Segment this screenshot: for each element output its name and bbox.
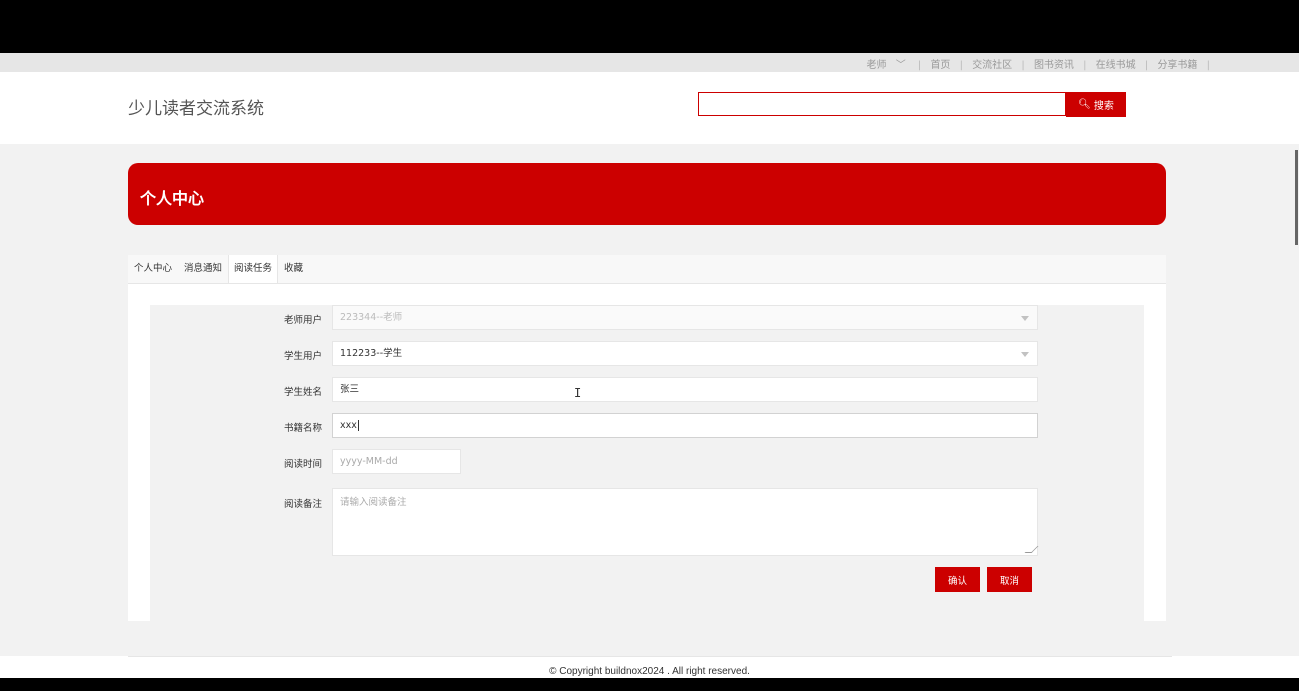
- book-name-label: 书籍名称: [283, 423, 322, 434]
- tab-personal-center[interactable]: 个人中心: [128, 255, 178, 283]
- nav-link-book-news[interactable]: 图书资讯: [1034, 60, 1074, 71]
- chevron-down-icon: [1021, 316, 1029, 321]
- student-name-label: 学生姓名: [283, 387, 322, 398]
- search-input[interactable]: [698, 92, 1066, 116]
- reading-note-textarea[interactable]: 请输入阅读备注: [332, 488, 1039, 556]
- page-banner: 个人中心: [128, 163, 1166, 225]
- tab-notifications[interactable]: 消息通知: [178, 255, 228, 283]
- copyright-text: © Copyright buildnox2024 . All right res…: [549, 666, 750, 677]
- student-name-field[interactable]: 张三 I: [332, 377, 1038, 402]
- search-button[interactable]: 🔍︎ 搜索: [1066, 92, 1126, 117]
- book-name-field[interactable]: xxx: [332, 413, 1038, 438]
- reading-task-form: 老师用户 223344--老师 学生用户 112233--学生 学生姓名 张三 …: [150, 305, 1144, 621]
- footer-divider: [128, 656, 1172, 657]
- nav-link-share-books[interactable]: 分享书籍: [1157, 60, 1197, 71]
- tab-favorites[interactable]: 收藏: [278, 255, 309, 283]
- reading-time-label: 阅读时间: [283, 459, 322, 470]
- search-icon: 🔍︎: [1078, 99, 1091, 110]
- student-select[interactable]: 112233--学生: [332, 341, 1038, 366]
- nav-link-community[interactable]: 交流社区: [972, 60, 1012, 71]
- tab-bar: 个人中心 消息通知 阅读任务 收藏: [128, 255, 1166, 284]
- teacher-select: 223344--老师: [332, 305, 1038, 330]
- resize-handle-icon[interactable]: [1024, 546, 1039, 553]
- chevron-down-icon: ﹀: [895, 60, 906, 71]
- teacher-label: 老师用户: [283, 315, 322, 326]
- site-header: 少儿读者交流系统 🔍︎ 搜索: [0, 72, 1299, 144]
- reading-time-field[interactable]: yyyy-MM-dd: [332, 449, 461, 474]
- top-utility-bar: 老师 ﹀ | 首页 | 交流社区 | 图书资讯 | 在线书城 | 分享书籍 |: [0, 53, 1299, 72]
- nav-link-online-store[interactable]: 在线书城: [1096, 60, 1136, 71]
- page-title: 个人中心: [140, 189, 205, 208]
- ibeam-cursor-icon: I: [574, 386, 582, 400]
- profile-card: 个人中心 消息通知 阅读任务 收藏 老师用户 223344--老师 学生用户 1…: [128, 255, 1166, 621]
- student-label: 学生用户: [283, 351, 322, 362]
- text-caret: [357, 420, 359, 431]
- top-links: 老师 ﹀ | 首页 | 交流社区 | 图书资讯 | 在线书城 | 分享书籍 |: [861, 56, 1214, 71]
- confirm-button[interactable]: 确认: [935, 567, 980, 592]
- nav-link-home[interactable]: 首页: [930, 60, 950, 71]
- tab-reading-tasks[interactable]: 阅读任务: [228, 255, 279, 283]
- page-scrollbar[interactable]: [1295, 150, 1298, 245]
- site-title: 少儿读者交流系统: [128, 99, 264, 119]
- site-footer: © Copyright buildnox2024 . All right res…: [0, 656, 1299, 678]
- user-menu[interactable]: 老师 ﹀: [864, 60, 909, 71]
- reading-note-label: 阅读备注: [283, 499, 322, 510]
- chevron-down-icon: [1021, 352, 1029, 357]
- cancel-button[interactable]: 取消: [987, 567, 1032, 592]
